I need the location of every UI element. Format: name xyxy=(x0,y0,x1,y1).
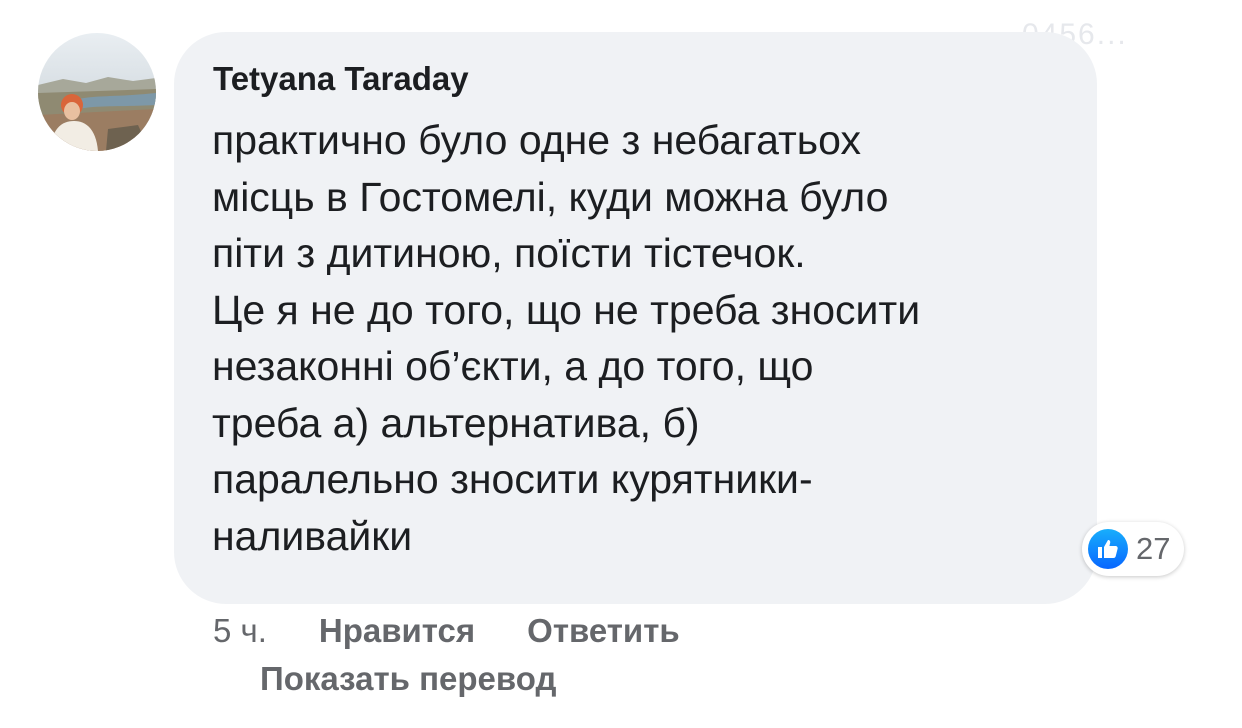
reaction-summary[interactable]: 27 xyxy=(1082,522,1185,576)
comment: 0456... Tetyana Taraday практично було о… xyxy=(0,0,1242,728)
avatar[interactable] xyxy=(38,33,156,151)
comment-actions: 5 ч. Нравится Ответить xyxy=(213,612,732,650)
reaction-count: 27 xyxy=(1136,531,1171,566)
comment-text: практично було одне з небагатьох місць в… xyxy=(212,117,921,559)
avatar-image xyxy=(38,33,156,151)
comment-timestamp[interactable]: 5 ч. xyxy=(213,612,267,650)
comment-author[interactable]: Tetyana Taraday xyxy=(213,60,469,98)
like-button[interactable]: Нравится xyxy=(319,612,475,650)
reply-button[interactable]: Ответить xyxy=(527,612,680,650)
show-translation-link[interactable]: Показать перевод xyxy=(260,660,556,698)
like-icon xyxy=(1088,529,1128,569)
